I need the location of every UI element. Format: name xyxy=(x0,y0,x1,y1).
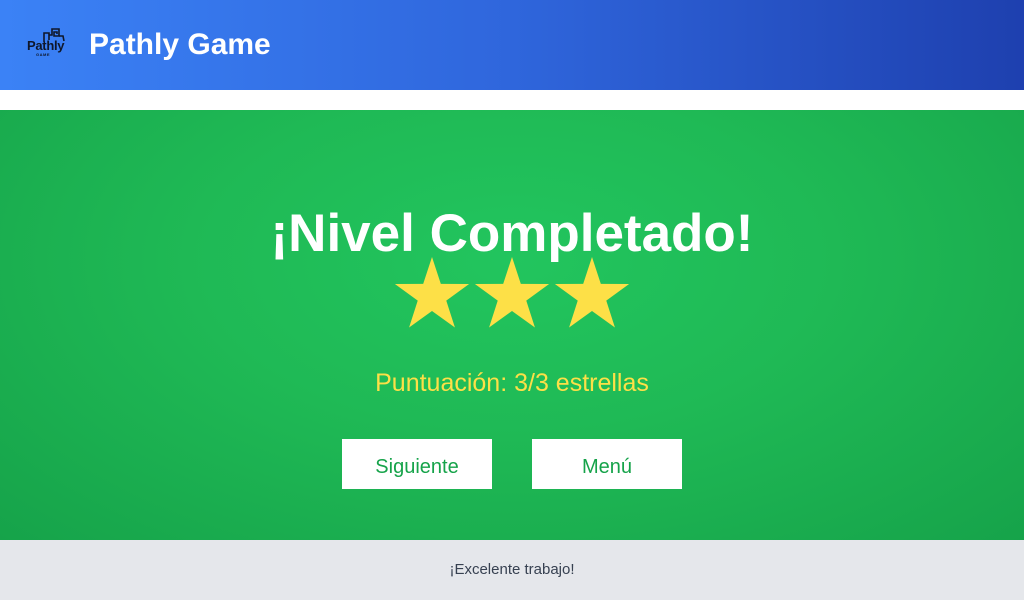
star-icon xyxy=(394,257,470,328)
app-title: Pathly Game xyxy=(89,28,271,61)
next-level-button[interactable]: Siguiente xyxy=(342,439,492,489)
star-icon xyxy=(474,257,550,328)
level-complete-title: ¡Nivel Completado! xyxy=(270,204,754,263)
header-spacer xyxy=(0,90,1024,110)
level-complete-panel: ¡Nivel Completado! Puntuación: 3/3 estre… xyxy=(0,110,1024,540)
star-rating xyxy=(394,257,630,328)
score-text: Puntuación: 3/3 estrellas xyxy=(375,369,649,397)
footer-message: ¡Excelente trabajo! xyxy=(449,561,575,578)
logo-wordmark: Pathly xyxy=(27,38,65,53)
app-header: Pathly GAME Pathly Game xyxy=(0,0,1024,90)
menu-button[interactable]: Menú xyxy=(532,439,682,489)
pathly-logo: Pathly GAME xyxy=(26,28,68,60)
app-footer: ¡Excelente trabajo! xyxy=(0,540,1024,600)
logo-subtext: GAME xyxy=(36,52,50,57)
star-icon xyxy=(554,257,630,328)
